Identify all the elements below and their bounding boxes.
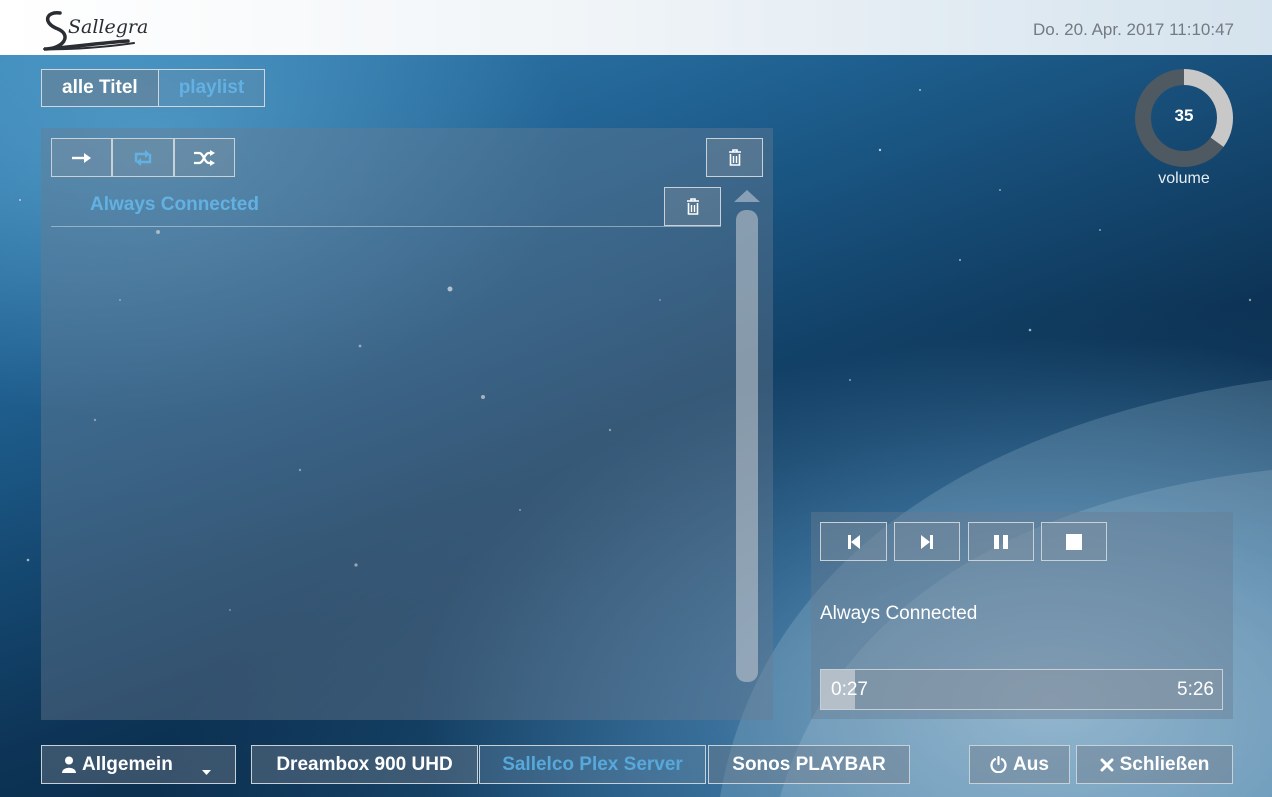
previous-button[interactable] (820, 522, 887, 561)
close-button[interactable]: Schließen (1076, 745, 1233, 784)
device-plex-server-button[interactable]: Sallelco Plex Server (479, 745, 706, 784)
repeat-off-button[interactable] (51, 138, 112, 177)
view-tabs: alle Titel playlist (41, 69, 266, 107)
playlist-item-title[interactable]: Always Connected (90, 194, 259, 216)
next-button[interactable] (894, 522, 960, 561)
player-panel: Always Connected 0:27 5:26 (811, 512, 1233, 719)
caret-down-icon (202, 760, 211, 782)
power-label: Aus (1013, 753, 1049, 775)
scroll-up-arrow[interactable] (734, 190, 760, 202)
power-icon (990, 756, 1007, 773)
user-icon (62, 756, 76, 773)
current-time: 0:27 (831, 679, 868, 700)
sallegra-logo: Sallegra (43, 11, 148, 51)
next-icon (921, 534, 933, 549)
shuffle-button[interactable] (174, 138, 235, 177)
datetime-display: Do. 20. Apr. 2017 11:10:47 (1032, 20, 1234, 39)
tab-all-titles[interactable]: alle Titel (41, 69, 159, 107)
trash-icon (686, 198, 699, 215)
volume-value: 35 (1174, 106, 1194, 125)
random-icon (193, 149, 215, 166)
row-divider (51, 226, 721, 227)
device-sonos-button[interactable]: Sonos PLAYBAR (708, 745, 910, 784)
delete-item-button[interactable] (664, 187, 721, 226)
volume-label: volume (1158, 170, 1210, 187)
previous-icon (847, 534, 860, 549)
device-dreambox-button[interactable]: Dreambox 900 UHD (251, 745, 478, 784)
trash-icon (728, 149, 741, 166)
logo-text: Sallegra (68, 16, 148, 38)
close-icon (1100, 758, 1114, 772)
arrow-right-icon (71, 152, 91, 163)
clear-playlist-button[interactable] (706, 138, 763, 177)
stop-button[interactable] (1041, 522, 1107, 561)
room-label: Allgemein (82, 753, 173, 775)
pause-icon (994, 534, 1008, 549)
pause-button[interactable] (968, 522, 1034, 561)
progress-bar[interactable]: 0:27 5:26 (820, 669, 1223, 710)
total-time: 5:26 (1177, 679, 1214, 700)
volume-control[interactable]: 35 volume (1134, 68, 1234, 188)
retweet-icon (134, 149, 152, 166)
repeat-all-button[interactable] (112, 138, 174, 177)
room-dropdown[interactable]: Allgemein (41, 745, 236, 784)
now-playing-title: Always Connected (820, 603, 978, 624)
close-label: Schließen (1119, 753, 1210, 775)
power-off-button[interactable]: Aus (969, 745, 1070, 784)
playlist-panel: Always Connected (41, 128, 773, 720)
header-bar: Sallegra Do. 20. Apr. 2017 11:10:47 (0, 0, 1272, 55)
tab-playlist[interactable]: playlist (158, 69, 266, 107)
stop-icon (1066, 533, 1082, 550)
scrollbar[interactable] (736, 210, 758, 682)
